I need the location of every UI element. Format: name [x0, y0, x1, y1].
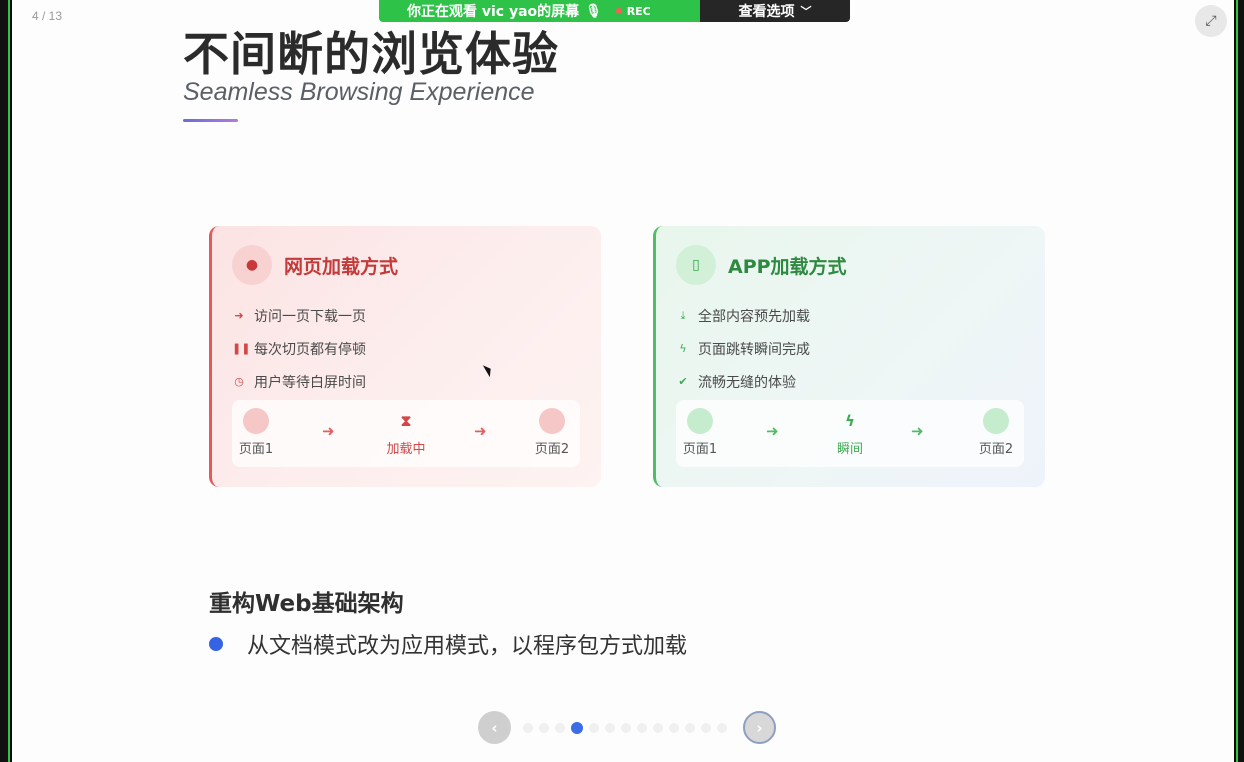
- next-slide-button[interactable]: ›: [743, 711, 776, 744]
- rec-dot-icon: [615, 8, 622, 14]
- slide-subtitle: Seamless Browsing Experience: [183, 78, 535, 106]
- pager-dot[interactable]: [685, 723, 695, 733]
- flow-node-middle: ϟ 瞬间: [820, 408, 880, 457]
- share-status-text: 你正在观看 vic yao的屏幕: [407, 4, 580, 20]
- card-title: APP加载方式: [728, 255, 847, 278]
- chevron-right-icon: ›: [756, 718, 763, 737]
- loading-flow: 页面1 ➜ ϟ 瞬间 ➜ 页面2: [676, 400, 1024, 467]
- rec-label: REC: [626, 4, 651, 18]
- mic-muted-icon: 🎙: [585, 3, 602, 19]
- bolt-icon: ϟ: [679, 342, 687, 355]
- expand-button[interactable]: ⤢: [1195, 5, 1227, 37]
- mobile-icon: ▯: [676, 245, 716, 285]
- check-circle-icon: ✔: [678, 375, 688, 388]
- flow-node-start: 页面1: [670, 408, 730, 457]
- slide-pager: ‹ ›: [478, 711, 776, 745]
- arrow-right-icon: ➜: [234, 309, 244, 322]
- list-item-text: 用户等待白屏时间: [254, 374, 366, 391]
- bullet-dot: [209, 637, 223, 651]
- pager-dot[interactable]: [621, 723, 631, 733]
- pause-icon: ❚❚: [232, 342, 251, 355]
- app-loading-card: ▯ APP加载方式 ⤓ 全部内容预先加载 ϟ 页面跳转瞬间完成 ✔ 流畅无缝的体…: [653, 226, 1045, 487]
- hourglass-icon: ⧗: [400, 412, 412, 430]
- chevron-down-icon: ﹀: [800, 5, 812, 18]
- list-item: ◷ 用户等待白屏时间: [232, 365, 366, 398]
- pager-dot-active[interactable]: [571, 722, 583, 734]
- section-heading: 重构Web基础架构: [209, 591, 404, 617]
- list-item: ⤓ 全部内容预先加载: [676, 299, 810, 332]
- page-counter: 4 / 13: [32, 9, 63, 23]
- bullet-item: 从文档模式改为应用模式，以程序包方式加载: [209, 628, 687, 660]
- title-underline: [183, 119, 238, 122]
- pager-dot[interactable]: [653, 723, 663, 733]
- share-status: 你正在观看 vic yao的屏幕 🎙 REC: [379, 0, 700, 22]
- bullet-text: 从文档模式改为应用模式，以程序包方式加载: [247, 634, 688, 659]
- flow-node-middle: ⧗ 加载中: [376, 408, 436, 457]
- web-loading-card: ● 网页加载方式 ➜ 访问一页下载一页 ❚❚ 每次切页都有停顿 ◷ 用户等待白屏…: [209, 226, 601, 487]
- card-list: ⤓ 全部内容预先加载 ϟ 页面跳转瞬间完成 ✔ 流畅无缝的体验: [676, 299, 810, 398]
- pager-dot[interactable]: [605, 723, 615, 733]
- list-item-text: 全部内容预先加载: [698, 308, 810, 325]
- download-icon: ⤓: [680, 308, 686, 322]
- chevron-left-icon: ‹: [491, 718, 498, 737]
- previous-slide-button[interactable]: ‹: [478, 711, 511, 744]
- card-header: ● 网页加载方式: [232, 245, 398, 285]
- flow-label: 页面1: [238, 442, 274, 457]
- globe-icon: ●: [232, 245, 272, 285]
- pager-dot[interactable]: [701, 723, 711, 733]
- flow-arrow-icon: ➜: [766, 422, 779, 440]
- list-item: ϟ 页面跳转瞬间完成: [676, 332, 810, 365]
- card-list: ➜ 访问一页下载一页 ❚❚ 每次切页都有停顿 ◷ 用户等待白屏时间: [232, 299, 366, 398]
- pager-dot[interactable]: [717, 723, 727, 733]
- flow-node-end: 页面2: [522, 408, 582, 457]
- card-title: 网页加载方式: [284, 255, 399, 278]
- expand-icon: ⤢: [1205, 13, 1217, 29]
- flow-arrow-icon: ➜: [474, 422, 487, 440]
- page-dot: [983, 408, 1009, 434]
- slide-title: 不间断的浏览体验: [183, 27, 559, 81]
- list-item-text: 访问一页下载一页: [254, 308, 366, 325]
- view-options-button[interactable]: 查看选项 ﹀: [700, 0, 850, 22]
- card-header: ▯ APP加载方式: [676, 245, 847, 285]
- pager-dot[interactable]: [589, 723, 599, 733]
- pager-dot[interactable]: [555, 723, 565, 733]
- pager-dot[interactable]: [523, 723, 533, 733]
- list-item-text: 流畅无缝的体验: [698, 374, 796, 391]
- pager-dot[interactable]: [539, 723, 549, 733]
- list-item: ❚❚ 每次切页都有停顿: [232, 332, 366, 365]
- share-border-right: [1236, 0, 1244, 762]
- loading-flow: 页面1 ➜ ⧗ 加载中 ➜ 页面2: [232, 400, 580, 467]
- flow-label: 瞬间: [836, 442, 863, 457]
- flow-arrow-icon: ➜: [911, 422, 924, 440]
- flow-arrow-icon: ➜: [322, 422, 335, 440]
- flow-label: 页面2: [534, 442, 570, 457]
- page-dot: [243, 408, 269, 434]
- list-item: ✔ 流畅无缝的体验: [676, 365, 810, 398]
- flow-label: 页面2: [978, 442, 1014, 457]
- list-item-text: 每次切页都有停顿: [254, 341, 366, 358]
- pager-dot[interactable]: [637, 723, 647, 733]
- bolt-icon: ϟ: [845, 412, 855, 430]
- screen-share-banner: 你正在观看 vic yao的屏幕 🎙 REC 查看选项 ﹀: [379, 0, 850, 22]
- share-border-left: [0, 0, 10, 762]
- screen-share-frame: 4 / 13 ⤢ 不间断的浏览体验 Seamless Browsing Expe…: [0, 0, 1244, 762]
- flow-label: 加载中: [386, 442, 426, 457]
- pager-dot[interactable]: [669, 723, 679, 733]
- flow-node-start: 页面1: [226, 408, 286, 457]
- flow-label: 页面1: [682, 442, 718, 457]
- page-dot: [539, 408, 565, 434]
- pager-dots: [523, 722, 727, 734]
- page-dot: [687, 408, 713, 434]
- clock-icon: ◷: [234, 375, 244, 388]
- presentation-slide: 4 / 13 ⤢ 不间断的浏览体验 Seamless Browsing Expe…: [12, 0, 1234, 762]
- list-item-text: 页面跳转瞬间完成: [698, 341, 810, 358]
- list-item: ➜ 访问一页下载一页: [232, 299, 366, 332]
- view-options-label: 查看选项: [738, 4, 795, 20]
- flow-node-end: 页面2: [966, 408, 1026, 457]
